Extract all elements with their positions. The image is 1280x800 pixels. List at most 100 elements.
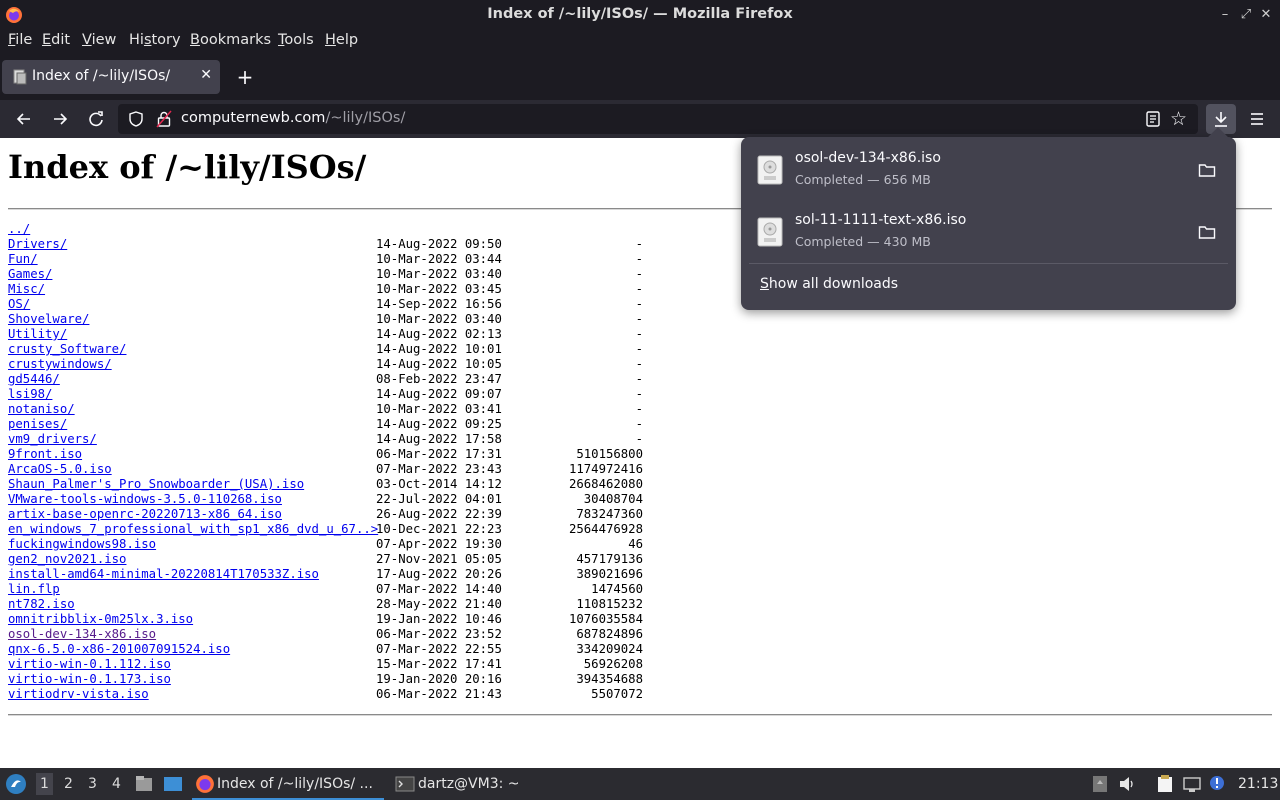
tab-close-icon[interactable]: ✕ [200, 67, 212, 83]
menu-bookmarks[interactable]: Bookmarks [190, 32, 271, 48]
download-item[interactable]: osol-dev-134-x86.iso Completed — 656 MB [749, 145, 1228, 201]
entry-link[interactable]: ArcaOS-5.0.iso [8, 462, 112, 476]
entry-link[interactable]: gd5446/ [8, 372, 60, 386]
menu-history[interactable]: History [129, 32, 181, 48]
entry-link[interactable]: Shaun_Palmer's_Pro_Snowboarder_(USA).iso [8, 477, 304, 491]
entry-link[interactable]: qnx-6.5.0-x86-201007091524.iso [8, 642, 230, 656]
menu-bar: File Edit View History Bookmarks Tools H… [0, 30, 1280, 54]
show-all-downloads-button[interactable]: Show all downloads [760, 276, 898, 292]
entry-link[interactable]: VMware-tools-windows-3.5.0-110268.iso [8, 492, 282, 506]
entry-date: 10-Mar-2022 03:44 [376, 252, 502, 266]
entry-size: 1076035584 [568, 612, 643, 626]
workspace-2[interactable]: 2 [64, 776, 73, 792]
entry-link[interactable]: virtio-win-0.1.173.iso [8, 672, 171, 686]
entry-link[interactable]: OS/ [8, 297, 30, 311]
entry-date: 10-Mar-2022 03:40 [376, 312, 502, 326]
listing-row: lin.flp 07-Mar-2022 14:40 1474560 [8, 582, 708, 597]
workspace-3[interactable]: 3 [88, 776, 97, 792]
entry-link[interactable]: vm9_drivers/ [8, 432, 97, 446]
entry-link[interactable]: install-amd64-minimal-20220814T170533Z.i… [8, 567, 319, 581]
lock-icon[interactable] [156, 110, 172, 128]
reload-button[interactable] [85, 108, 107, 130]
entry-link[interactable]: Fun/ [8, 252, 38, 266]
maximize-icon[interactable]: ⤢ [1238, 7, 1254, 23]
tab-strip: Index of /~lily/ISOs/ ✕ + [0, 54, 1280, 100]
entry-link[interactable]: Drivers/ [8, 237, 67, 251]
entry-link[interactable]: lin.flp [8, 582, 60, 596]
tracking-protection-shield-icon[interactable] [127, 110, 145, 128]
download-item[interactable]: sol-11-1111-text-x86.iso Completed — 430… [749, 207, 1228, 263]
back-button[interactable] [13, 108, 35, 130]
entry-link[interactable]: Games/ [8, 267, 52, 281]
terminal-icon [395, 776, 415, 792]
folder-icon[interactable] [1198, 162, 1216, 178]
entry-link[interactable]: virtio-win-0.1.112.iso [8, 657, 171, 671]
entry-size: 457179136 [576, 552, 643, 566]
download-file-name: osol-dev-134-x86.iso [795, 150, 941, 166]
entry-link[interactable]: Shovelware/ [8, 312, 89, 326]
entry-link[interactable]: en_windows_7_professional_with_sp1_x86_d… [8, 522, 378, 536]
listing-row: penises/14-Aug-2022 09:25 - [8, 417, 708, 432]
menu-help[interactable]: Help [325, 32, 358, 48]
arrow-right-icon [54, 113, 68, 125]
entry-link[interactable]: osol-dev-134-x86.iso [8, 627, 156, 641]
entry-link[interactable]: crusty_Software/ [8, 342, 126, 356]
entry-link[interactable]: gen2_nov2021.iso [8, 552, 126, 566]
entry-link[interactable]: penises/ [8, 417, 67, 431]
entry-link[interactable]: Utility/ [8, 327, 67, 341]
entry-link[interactable]: lsi98/ [8, 387, 52, 401]
workspace-4[interactable]: 4 [112, 776, 121, 792]
bookmark-star-icon[interactable]: ☆ [1170, 109, 1190, 129]
folder-icon[interactable] [1198, 224, 1216, 240]
tab-active[interactable]: Index of /~lily/ISOs/ ✕ [2, 60, 220, 94]
new-tab-button[interactable]: + [234, 66, 256, 88]
notes-icon[interactable] [1156, 774, 1174, 794]
close-window-icon[interactable]: ✕ [1258, 7, 1274, 23]
show-desktop-icon[interactable] [163, 774, 183, 794]
listing-row: lsi98/14-Aug-2022 09:07 - [8, 387, 708, 402]
reader-view-icon[interactable] [1144, 110, 1162, 128]
listing-row: nt782.iso 28-May-2022 21:40 110815232 [8, 597, 708, 612]
volume-icon[interactable] [1118, 774, 1136, 794]
entry-link[interactable]: 9front.iso [8, 447, 82, 461]
menu-file[interactable]: File [8, 32, 32, 48]
download-status: Completed — 656 MB [795, 172, 931, 187]
entry-link[interactable]: artix-base-openrc-20220713-x86_64.iso [8, 507, 282, 521]
entry-link[interactable]: nt782.iso [8, 597, 75, 611]
url-bar[interactable]: computernewb.com/~lily/ISOs/ ☆ [118, 104, 1198, 134]
taskbar-task-terminal[interactable]: dartz@VM3: ~ [394, 768, 524, 800]
entry-link[interactable]: Misc/ [8, 282, 45, 296]
entry-link[interactable]: crustywindows/ [8, 357, 112, 371]
listing-row: virtiodrv-vista.iso 06-Mar-2022 21:43 5507… [8, 687, 708, 702]
entry-link[interactable]: fuckingwindows98.iso [8, 537, 156, 551]
update-notifier-icon[interactable] [1208, 774, 1226, 794]
entry-size: 56926208 [583, 657, 643, 671]
workspace-1[interactable]: 1 [36, 773, 53, 795]
menu-view[interactable]: View [82, 32, 116, 48]
entry-size: 5507072 [591, 687, 643, 701]
window-title: Index of /~lily/ISOs/ — Mozilla Firefox [487, 6, 793, 22]
entry-link[interactable]: omnitribblix-0m25lx.3.iso [8, 612, 193, 626]
listing-row: omnitribblix-0m25lx.3.iso 19-Jan-2022 10:… [8, 612, 708, 627]
url-text[interactable]: computernewb.com/~lily/ISOs/ [181, 110, 405, 126]
app-menu-button[interactable] [1246, 108, 1268, 130]
clock: 21:13 [1238, 776, 1279, 792]
listing-row: virtio-win-0.1.173.iso 19-Jan-2020 20:16 3… [8, 672, 708, 687]
entry-date: 03-Oct-2014 14:12 [376, 477, 502, 491]
menu-edit[interactable]: Edit [42, 32, 70, 48]
file-manager-icon[interactable] [134, 774, 154, 794]
minimize-icon[interactable]: – [1217, 7, 1233, 23]
listing-row: 9front.iso 06-Mar-2022 17:31 510156800 [8, 447, 708, 462]
entry-size: 783247360 [576, 507, 643, 521]
entry-link[interactable]: notaniso/ [8, 402, 75, 416]
entry-size: 30408704 [583, 492, 643, 506]
forward-button[interactable] [49, 108, 71, 130]
start-menu-icon[interactable] [5, 773, 27, 795]
network-icon[interactable] [1183, 774, 1201, 794]
window-titlebar: Index of /~lily/ISOs/ — Mozilla Firefox … [0, 0, 1280, 30]
menu-tools[interactable]: Tools [278, 32, 314, 48]
clipboard-icon[interactable] [1091, 774, 1109, 794]
parent-directory-link[interactable]: ../ [8, 222, 30, 236]
taskbar-task-firefox[interactable]: Index of /~lily/ISOs/ ... [192, 768, 384, 800]
entry-link[interactable]: virtiodrv-vista.iso [8, 687, 149, 701]
